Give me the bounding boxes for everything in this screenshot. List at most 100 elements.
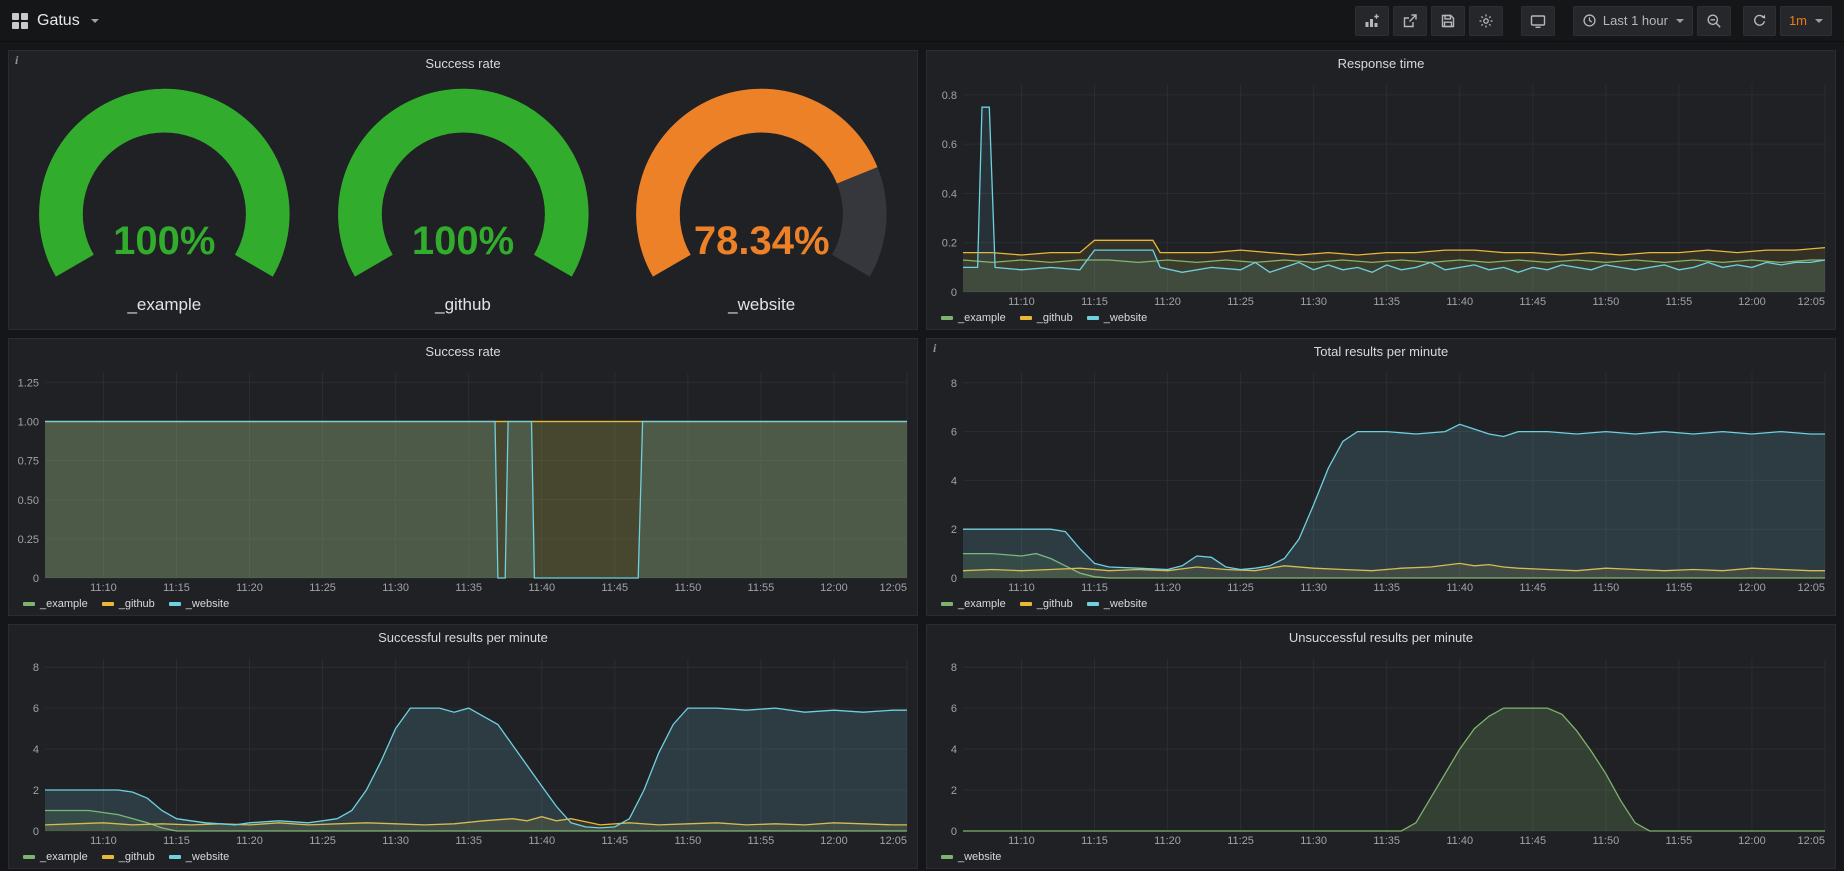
svg-text:0.75: 0.75	[18, 456, 39, 468]
total-results-chart[interactable]: 11:1011:1511:2011:2511:3011:3511:4011:45…	[927, 365, 1835, 595]
legend-item-_website[interactable]: _website	[169, 851, 229, 863]
save-button[interactable]	[1431, 6, 1465, 36]
svg-text:11:50: 11:50	[674, 582, 701, 594]
svg-text:11:20: 11:20	[236, 582, 263, 594]
successful-results-chart[interactable]: 11:1011:1511:2011:2511:3011:3511:4011:45…	[9, 651, 917, 848]
legend-item-_website[interactable]: _website	[1087, 598, 1147, 610]
response-time-chart[interactable]: 11:1011:1511:2011:2511:3011:3511:4011:45…	[927, 77, 1835, 309]
svg-text:11:35: 11:35	[1373, 582, 1400, 594]
success-rate-chart[interactable]: 11:1011:1511:2011:2511:3011:3511:4011:45…	[9, 365, 917, 595]
time-range-button[interactable]: Last 1 hour	[1573, 6, 1693, 36]
navbar: Gatus	[0, 0, 1844, 42]
gauge-value: 78.34%	[612, 219, 911, 264]
panel-title[interactable]: Success rate	[9, 339, 917, 365]
legend-label: _website	[1104, 312, 1147, 324]
legend-item-_github[interactable]: _github	[102, 851, 155, 863]
svg-text:11:40: 11:40	[1446, 296, 1473, 308]
legend-swatch	[941, 855, 953, 859]
gauge-row: 100% _example 100% _github 78.34% _websi…	[9, 77, 917, 329]
legend-label: _website	[1104, 598, 1147, 610]
svg-text:11:55: 11:55	[748, 582, 775, 594]
svg-text:12:05: 12:05	[1797, 835, 1825, 847]
svg-text:6: 6	[951, 703, 957, 715]
share-button[interactable]	[1393, 6, 1427, 36]
svg-text:8: 8	[33, 662, 39, 674]
legend-swatch	[1020, 316, 1032, 320]
svg-text:0.25: 0.25	[18, 534, 39, 546]
svg-text:12:00: 12:00	[1738, 582, 1766, 594]
legend-swatch	[169, 602, 181, 606]
svg-text:11:25: 11:25	[1227, 296, 1254, 308]
legend-item-_example[interactable]: _example	[941, 312, 1006, 324]
panel-title[interactable]: Successful results per minute	[9, 625, 917, 651]
svg-text:0: 0	[33, 826, 39, 838]
legend-swatch	[169, 855, 181, 859]
legend: _example _github _website	[9, 595, 917, 615]
svg-text:12:00: 12:00	[1738, 296, 1766, 308]
legend-item-_website[interactable]: _website	[169, 598, 229, 610]
svg-text:11:30: 11:30	[1300, 296, 1327, 308]
legend-item-_github[interactable]: _github	[1020, 312, 1073, 324]
svg-text:8: 8	[951, 378, 957, 390]
legend-item-_example[interactable]: _example	[23, 851, 88, 863]
svg-text:11:20: 11:20	[1154, 835, 1181, 847]
panel-title[interactable]: Total results per minute	[927, 339, 1835, 365]
svg-text:6: 6	[33, 703, 39, 715]
svg-text:11:50: 11:50	[1592, 582, 1619, 594]
legend: _example _github _website	[927, 595, 1835, 615]
svg-text:4: 4	[33, 744, 39, 756]
svg-text:11:25: 11:25	[1227, 835, 1254, 847]
zoom-out-button[interactable]	[1697, 6, 1731, 36]
legend-swatch	[1087, 316, 1099, 320]
monitor-icon	[1530, 13, 1546, 29]
svg-text:11:20: 11:20	[236, 835, 263, 847]
svg-text:12:00: 12:00	[820, 582, 848, 594]
svg-text:1.00: 1.00	[18, 417, 39, 429]
add-panel-button[interactable]	[1355, 6, 1389, 36]
legend-label: _github	[119, 598, 155, 610]
legend-swatch	[102, 602, 114, 606]
refresh-button[interactable]	[1743, 6, 1776, 36]
legend-swatch	[941, 316, 953, 320]
legend-item-_website[interactable]: _website	[1087, 312, 1147, 324]
refresh-icon	[1752, 13, 1767, 28]
legend-label: _example	[958, 598, 1006, 610]
settings-button[interactable]	[1469, 6, 1503, 36]
legend-item-_github[interactable]: _github	[1020, 598, 1073, 610]
time-range-caret-icon	[1676, 19, 1684, 23]
legend-item-_example[interactable]: _example	[941, 598, 1006, 610]
svg-text:0.2: 0.2	[942, 238, 957, 250]
zoom-out-icon	[1706, 13, 1722, 29]
refresh-interval-button[interactable]: 1m	[1780, 6, 1832, 36]
svg-text:11:55: 11:55	[1666, 582, 1693, 594]
svg-text:11:45: 11:45	[601, 582, 628, 594]
svg-text:2: 2	[33, 785, 39, 797]
svg-text:11:15: 11:15	[1081, 582, 1108, 594]
legend-swatch	[23, 855, 35, 859]
gauge-label: _github	[314, 295, 613, 315]
tv-mode-button[interactable]	[1521, 6, 1555, 36]
svg-text:1.25: 1.25	[18, 377, 39, 389]
panel-title[interactable]: Response time	[927, 51, 1835, 77]
unsuccessful-results-chart[interactable]: 11:1011:1511:2011:2511:3011:3511:4011:45…	[927, 651, 1835, 848]
svg-text:11:25: 11:25	[309, 835, 336, 847]
panel-response-time: Response time 11:1011:1511:2011:2511:301…	[926, 50, 1836, 330]
info-icon[interactable]: i	[927, 339, 942, 358]
panel-title[interactable]: Unsuccessful results per minute	[927, 625, 1835, 651]
legend-item-_example[interactable]: _example	[23, 598, 88, 610]
legend-swatch	[1087, 602, 1099, 606]
svg-text:11:25: 11:25	[1227, 582, 1254, 594]
svg-text:11:35: 11:35	[455, 582, 482, 594]
panel-title[interactable]: Success rate	[9, 51, 917, 77]
legend-item-_github[interactable]: _github	[102, 598, 155, 610]
add-panel-icon	[1364, 13, 1380, 29]
dashboard-grid: i Success rate 100% _example 100% _githu…	[0, 42, 1844, 871]
legend-item-_website[interactable]: _website	[941, 851, 1001, 863]
dashboard-title[interactable]: Gatus	[37, 12, 80, 30]
info-icon[interactable]: i	[9, 51, 24, 70]
dashboard-caret-icon[interactable]	[91, 19, 99, 23]
svg-text:11:55: 11:55	[748, 835, 775, 847]
svg-text:0: 0	[33, 573, 39, 585]
svg-text:11:30: 11:30	[1300, 582, 1327, 594]
svg-text:12:05: 12:05	[879, 582, 907, 594]
